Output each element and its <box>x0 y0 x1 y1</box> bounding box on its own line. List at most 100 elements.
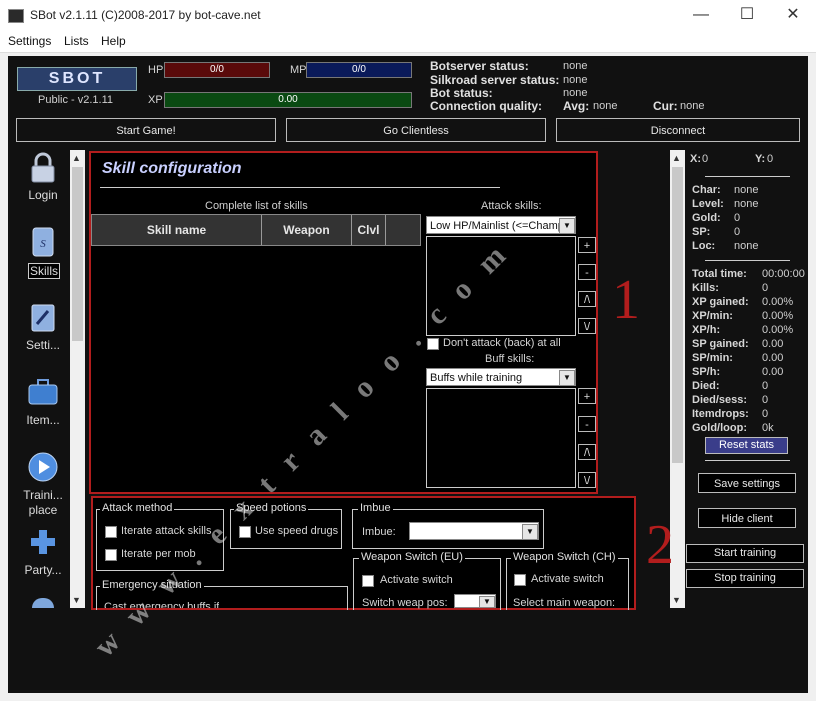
scroll-up-arrow-icon[interactable]: ▲ <box>672 153 681 163</box>
sidebar-item-login[interactable]: Login <box>8 188 78 202</box>
sidebar-item-settings[interactable]: Setti... <box>8 338 78 352</box>
imbue-select[interactable] <box>409 522 539 540</box>
go-clientless-button[interactable]: Go Clientless <box>286 118 546 142</box>
char-divider <box>705 260 790 261</box>
sp-gained-value: 0.00 <box>762 338 784 350</box>
briefcase-icon[interactable] <box>27 377 59 407</box>
silkroad-status-value: none <box>563 74 588 86</box>
play-icon[interactable] <box>27 451 59 483</box>
menu-lists[interactable]: Lists <box>64 34 89 48</box>
sp-gained-label: SP gained: <box>692 338 749 350</box>
bot-status-label: Bot status: <box>430 86 493 100</box>
sidebar-item-items[interactable]: Item... <box>8 413 78 427</box>
sidebar-item-training-place[interactable]: Traini... place <box>8 488 78 518</box>
attack-add-button[interactable]: + <box>578 237 596 253</box>
column-clvl[interactable]: Clvl <box>352 215 386 245</box>
chevron-down-icon[interactable]: ▼ <box>522 524 538 540</box>
skills-book-icon[interactable]: S <box>30 226 56 258</box>
weapon-switch-ch-checkbox[interactable] <box>514 574 526 586</box>
scroll-down-arrow-icon[interactable]: ▼ <box>72 595 81 605</box>
avg-label: Avg: <box>563 99 590 113</box>
column-skill-name[interactable]: Skill name <box>92 215 262 245</box>
menu-settings[interactable]: Settings <box>8 34 51 48</box>
sp-value: 0 <box>734 226 741 238</box>
died-value: 0 <box>762 380 769 392</box>
sidebar-item-skills[interactable]: Skills <box>28 263 60 279</box>
hp-bar: 0/0 <box>164 62 270 78</box>
xp-h-label: XP/h: <box>692 324 721 336</box>
attack-method-title: Attack method <box>100 502 175 514</box>
sbot-logo: SBOT <box>17 67 137 91</box>
y-coord-label: Y: <box>755 153 766 165</box>
annotation-mark-2: 2 <box>646 514 674 576</box>
bot-status-value: none <box>563 87 588 99</box>
gold-label: Gold: <box>692 212 721 224</box>
maximize-button[interactable]: ☐ <box>724 0 770 30</box>
switch-weap-pos-label: Switch weap pos: <box>362 597 448 609</box>
xp-gained-value: 0.00% <box>762 296 794 308</box>
attack-remove-button[interactable]: - <box>578 264 596 280</box>
buff-remove-button[interactable]: - <box>578 416 596 432</box>
close-button[interactable]: ✕ <box>770 0 816 30</box>
lock-icon[interactable] <box>28 152 58 184</box>
annotation-mark-1: 1 <box>612 269 640 331</box>
total-time-value: 00:00:00 <box>762 268 805 280</box>
botserver-status-label: Botserver status: <box>430 59 529 73</box>
itemdrops-label: Itemdrops: <box>692 408 749 420</box>
svg-text:S: S <box>40 238 46 250</box>
scroll-up-arrow-icon[interactable]: ▲ <box>72 153 81 163</box>
xp-label: XP <box>148 94 163 106</box>
buff-move-down-button[interactable]: \/ <box>578 472 596 488</box>
stats-divider <box>705 460 790 461</box>
died-label: Died: <box>692 380 720 392</box>
column-weapon[interactable]: Weapon <box>262 215 352 245</box>
sp-label: SP: <box>692 226 711 238</box>
save-settings-button[interactable]: Save settings <box>698 473 796 493</box>
weapon-switch-eu-checkbox[interactable] <box>362 575 374 587</box>
connection-quality-label: Connection quality: <box>430 99 542 113</box>
chevron-down-icon[interactable]: ▼ <box>559 370 575 386</box>
attack-move-up-button[interactable]: /\ <box>578 291 596 307</box>
dont-attack-back-label: Don't attack (back) at all <box>443 337 561 349</box>
xp-gained-label: XP gained: <box>692 296 749 308</box>
iterate-per-mob-checkbox[interactable] <box>105 549 117 561</box>
y-coord-value: 0 <box>767 153 774 165</box>
title-divider <box>100 187 500 188</box>
minimize-button[interactable]: — <box>678 0 724 30</box>
chevron-down-icon[interactable]: ▼ <box>479 596 495 608</box>
silkroad-status-label: Silkroad server status: <box>430 73 560 87</box>
buff-move-up-button[interactable]: /\ <box>578 444 596 460</box>
stop-training-button[interactable]: Stop training <box>686 569 804 588</box>
weapon-switch-eu-label: Activate switch <box>380 574 453 586</box>
scroll-thumb[interactable] <box>72 167 83 341</box>
menu-help[interactable]: Help <box>101 34 126 48</box>
plus-icon[interactable] <box>29 528 57 556</box>
iterate-attack-skills-checkbox[interactable] <box>105 526 117 538</box>
reset-stats-button[interactable]: Reset stats <box>705 437 788 454</box>
chevron-down-icon[interactable]: ▼ <box>559 218 575 234</box>
sidebar-item-party[interactable]: Party... <box>8 563 78 577</box>
start-game-button[interactable]: Start Game! <box>16 118 276 142</box>
right-scroll-thumb[interactable] <box>672 167 683 463</box>
skill-configuration-title: Skill configuration <box>102 160 242 177</box>
start-training-button[interactable]: Start training <box>686 544 804 563</box>
itemdrops-value: 0 <box>762 408 769 420</box>
buff-mode-select[interactable]: Buffs while training <box>426 368 576 386</box>
xp-min-value: 0.00% <box>762 310 794 322</box>
settings-doc-icon[interactable] <box>28 302 58 334</box>
hide-client-button[interactable]: Hide client <box>698 508 796 528</box>
buff-skills-list[interactable] <box>426 388 576 488</box>
total-time-label: Total time: <box>692 268 747 280</box>
kills-label: Kills: <box>692 282 719 294</box>
died-sess-value: 0 <box>762 394 769 406</box>
buff-add-button[interactable]: + <box>578 388 596 404</box>
imbue-label: Imbue: <box>362 526 396 538</box>
attack-move-down-button[interactable]: \/ <box>578 318 596 334</box>
select-main-weapon-label: Select main weapon: <box>513 597 616 609</box>
sp-min-value: 0.00 <box>762 352 784 364</box>
loc-label: Loc: <box>692 240 716 252</box>
scroll-down-arrow-icon[interactable]: ▼ <box>672 595 681 605</box>
level-label: Level: <box>692 198 724 210</box>
weapon-switch-ch-label: Activate switch <box>531 573 604 585</box>
disconnect-button[interactable]: Disconnect <box>556 118 800 142</box>
